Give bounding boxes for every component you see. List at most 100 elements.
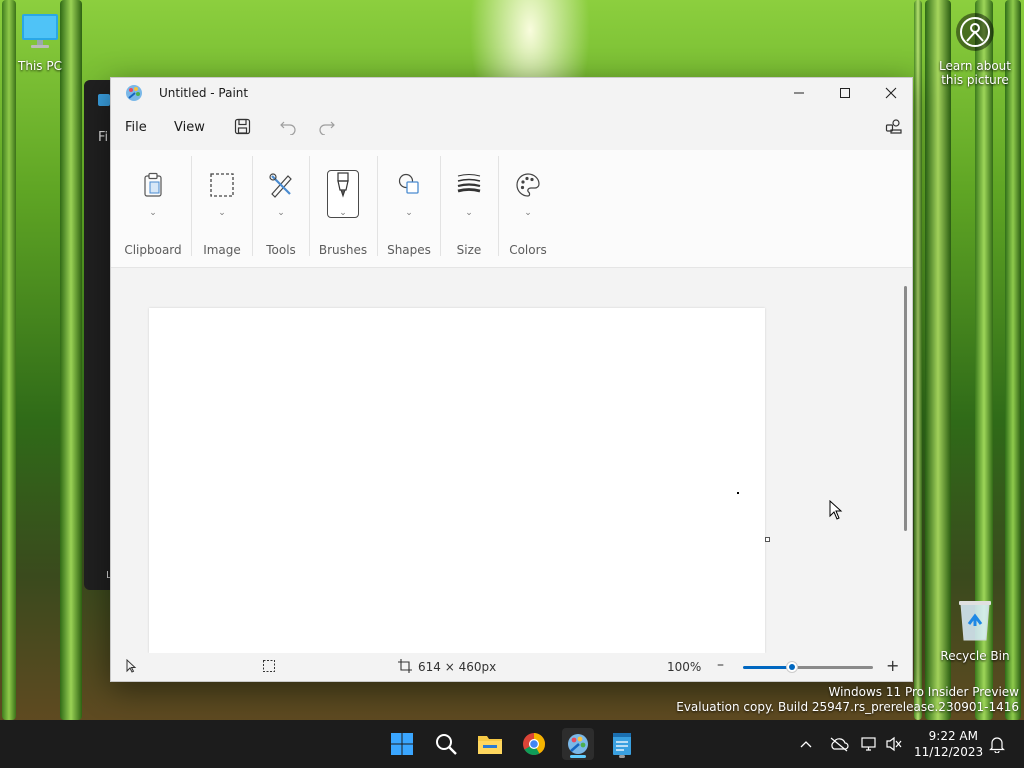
save-icon[interactable] [234, 118, 251, 139]
network-tray-button[interactable] [858, 720, 880, 768]
folder-icon [478, 736, 502, 754]
clock-time: 9:22 AM [928, 729, 978, 743]
running-app-indicator [619, 755, 625, 758]
taskbar-file-explorer[interactable] [474, 728, 506, 760]
ribbon-group-size[interactable]: ⌄ Size [441, 150, 497, 268]
palette-icon [515, 172, 541, 202]
bell-icon [989, 737, 1005, 753]
maximize-icon [840, 88, 850, 98]
ribbon-group-shapes[interactable]: ⌄ Shapes [379, 150, 439, 268]
canvas-dot [737, 492, 739, 494]
desktop-icon-recycle-bin[interactable]: Recycle Bin [935, 598, 1015, 663]
chevron-down-icon: ⌄ [465, 208, 473, 218]
size-icon [456, 172, 482, 198]
redo-icon[interactable] [318, 118, 336, 139]
search-button[interactable] [430, 728, 462, 760]
ribbon-label-clipboard: Clipboard [124, 243, 182, 257]
notepad-icon [98, 94, 110, 106]
bg-window-menu-text: Fi [98, 130, 109, 145]
learn-label-line2: this picture [941, 73, 1009, 87]
ribbon-group-image[interactable]: ⌄ Image [193, 150, 251, 268]
selection-icon [209, 172, 235, 202]
minimize-button[interactable] [776, 78, 822, 108]
taskbar-clock[interactable]: 9:22 AM 11/12/2023 [914, 728, 983, 760]
onedrive-tray-button[interactable] [826, 720, 852, 768]
ribbon-label-shapes: Shapes [387, 243, 431, 257]
recycle-bin-icon [935, 598, 1015, 645]
ribbon-label-image: Image [203, 243, 241, 257]
minimize-icon [794, 92, 804, 94]
chevron-down-icon: ⌄ [277, 208, 285, 218]
file-menu[interactable]: File [125, 120, 147, 135]
chevron-down-icon: ⌄ [218, 208, 226, 218]
zoom-slider-thumb[interactable] [786, 661, 799, 673]
taskbar-notepad[interactable] [606, 728, 638, 760]
zoom-slider-fill [743, 666, 793, 669]
watermark-line1: Windows 11 Pro Insider Preview [828, 685, 1019, 699]
paint-icon [568, 734, 588, 754]
brush-icon [333, 172, 353, 202]
this-pc-label: This PC [18, 59, 62, 73]
volume-muted-icon [886, 736, 902, 752]
canvas-workspace[interactable] [111, 268, 899, 653]
taskbar: 9:22 AM 11/12/2023 [0, 720, 1024, 768]
paint-window[interactable]: Untitled - Paint File View ⌄ Clipboard ⌄… [110, 77, 913, 682]
chevron-up-icon [800, 741, 812, 748]
zoom-out-button[interactable]: – [717, 657, 724, 673]
chevron-down-icon: ⌄ [524, 208, 532, 218]
monitor-icon [0, 10, 80, 55]
desktop-icon-this-pc[interactable]: This PC [0, 10, 80, 73]
zoom-in-button[interactable]: + [886, 656, 899, 675]
drawing-canvas[interactable] [149, 308, 765, 653]
canvas-resize-handle-right[interactable] [765, 537, 770, 542]
search-icon [436, 734, 457, 755]
ribbon-toolbar: ⌄ Clipboard ⌄ Image ⌄ Tools ⌄ Brushes ⌄ … [111, 150, 912, 268]
ribbon-group-brushes[interactable]: ⌄ Brushes [311, 150, 375, 268]
active-app-indicator [570, 755, 586, 758]
windows-logo-icon [391, 733, 413, 755]
selection-size-icon [262, 659, 276, 676]
network-icon [861, 737, 876, 751]
info-camera-icon [934, 12, 1016, 55]
shapes-icon [397, 172, 421, 200]
vertical-scrollbar[interactable] [899, 268, 912, 653]
title-bar[interactable]: Untitled - Paint [111, 78, 912, 108]
learn-about-picture[interactable]: Learn about this picture [934, 12, 1016, 87]
evaluation-watermark: Windows 11 Pro Insider Preview Evaluatio… [676, 685, 1019, 715]
chevron-down-icon: ⌄ [405, 208, 413, 218]
undo-icon[interactable] [279, 118, 297, 139]
ribbon-group-clipboard[interactable]: ⌄ Clipboard [123, 150, 183, 268]
ribbon-divider [377, 156, 378, 256]
pointer-position-icon [125, 658, 137, 676]
view-menu[interactable]: View [174, 120, 205, 135]
taskbar-chrome[interactable] [518, 728, 550, 760]
volume-tray-button[interactable] [882, 720, 906, 768]
clipboard-icon [142, 172, 164, 202]
mouse-cursor-icon [829, 499, 843, 524]
zoom-slider-track[interactable] [792, 666, 873, 669]
ribbon-divider [309, 156, 310, 256]
learn-label-line1: Learn about [939, 59, 1011, 73]
menu-bar: File View [111, 108, 912, 148]
start-button[interactable] [386, 728, 418, 760]
notepad-icon [613, 733, 631, 755]
ribbon-label-brushes: Brushes [318, 243, 368, 257]
ribbon-label-colors: Colors [509, 243, 547, 257]
recycle-bin-label: Recycle Bin [940, 649, 1010, 663]
ribbon-group-tools[interactable]: ⌄ Tools [253, 150, 309, 268]
taskbar-paint[interactable] [562, 728, 594, 760]
scrollbar-thumb[interactable] [904, 286, 907, 531]
show-hidden-icons-button[interactable] [794, 720, 818, 768]
close-button[interactable] [868, 78, 912, 108]
maximize-button[interactable] [822, 78, 868, 108]
status-bar: 614 × 460px 100% – + [111, 653, 912, 681]
canvas-size-text: 614 × 460px [418, 660, 497, 674]
cloud-offline-icon [830, 737, 849, 752]
close-icon [885, 87, 897, 99]
canvas-size-icon [398, 659, 412, 676]
zoom-level-text: 100% [667, 660, 702, 674]
account-icon[interactable] [885, 118, 903, 140]
notifications-button[interactable] [984, 720, 1010, 768]
ribbon-divider [191, 156, 192, 256]
ribbon-group-colors[interactable]: ⌄ Colors [499, 150, 557, 268]
